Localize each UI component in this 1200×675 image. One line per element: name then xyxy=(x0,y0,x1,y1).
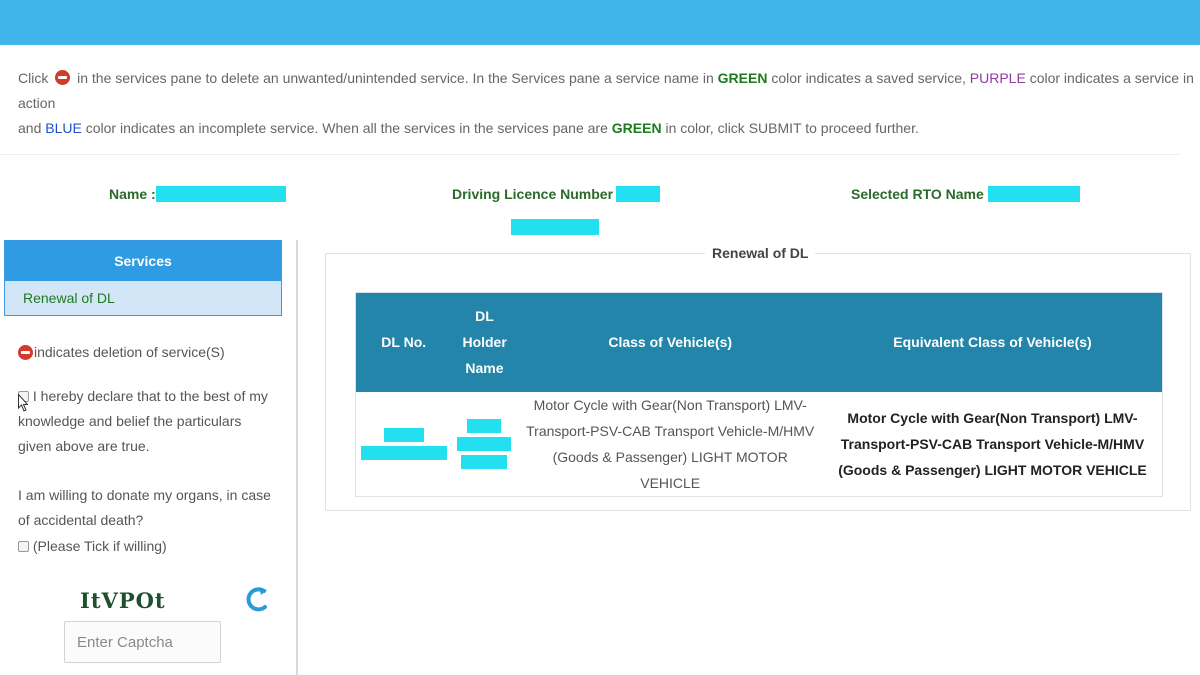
redacted-holder-name xyxy=(467,418,502,433)
renewal-section-title: Renewal of DL xyxy=(705,245,816,261)
instructions-green-keyword: GREEN xyxy=(611,120,662,136)
deletion-legend: indicates deletion of service(S) xyxy=(18,344,225,360)
column-header-equivalent-class: Equivalent Class of Vehicle(s) xyxy=(822,292,1163,392)
organ-donation-option: (Please Tick if willing) xyxy=(18,538,167,554)
dl-details-table: DL No. DL Holder Name Class of Vehicle(s… xyxy=(355,292,1163,497)
cell-equivalent-class: Motor Cycle with Gear(Non Transport) LMV… xyxy=(838,409,1147,478)
redacted-dl-no xyxy=(383,427,424,442)
table-row: Motor Cycle with Gear(Non Transport) LMV… xyxy=(356,392,1163,497)
redacted-holder-name-continued xyxy=(457,436,512,451)
column-header-dl-no: DL No. xyxy=(355,292,452,392)
services-header: Services xyxy=(5,241,281,281)
instructions-part: in color, click SUBMIT to proceed furthe… xyxy=(665,120,919,136)
column-header-label: DL Holder Name xyxy=(462,308,507,377)
redacted-applicant-name xyxy=(156,186,286,202)
top-header-bar xyxy=(0,0,1200,45)
instructions-purple-keyword: PURPLE xyxy=(969,70,1026,86)
deletion-legend-text: indicates deletion of service(S) xyxy=(34,344,225,360)
redacted-dl-no-continued xyxy=(360,445,447,460)
captcha-input[interactable] xyxy=(64,621,221,663)
section-divider xyxy=(0,154,1180,155)
cell-class-of-vehicles: Motor Cycle with Gear(Non Transport) LMV… xyxy=(526,396,815,491)
instructions-green-keyword: GREEN xyxy=(717,70,768,86)
redacted-dl-number-continued xyxy=(511,219,599,235)
instructions-part: Click xyxy=(18,70,49,86)
instructions-part: in the services pane to delete an unwant… xyxy=(77,70,714,86)
cell-dl-holder-name xyxy=(451,392,517,497)
declaration: I hereby declare that to the best of my … xyxy=(18,384,278,459)
delete-service-icon xyxy=(18,344,33,360)
organ-donation-checkbox-label: (Please Tick if willing) xyxy=(32,538,167,554)
instructions-part: and xyxy=(18,120,42,136)
redacted-rto-name xyxy=(988,186,1080,202)
services-pane: Services Renewal of DL xyxy=(4,240,282,316)
captcha-image-text: ItVPOt xyxy=(80,588,166,613)
instructions-part: color indicates a saved service, xyxy=(771,70,966,86)
instructions-text: Click in the services pane to delete an … xyxy=(18,66,1198,141)
service-item-renewal-of-dl[interactable]: Renewal of DL xyxy=(5,281,281,315)
cell-dl-no xyxy=(356,392,452,497)
applicant-name-label: Name : xyxy=(109,186,156,202)
table-header-row: DL No. DL Holder Name Class of Vehicle(s… xyxy=(355,292,1163,392)
instructions-part: color indicates an incomplete service. W… xyxy=(85,120,608,136)
delete-service-icon xyxy=(55,70,71,85)
selected-rto-label: Selected RTO Name : xyxy=(851,186,993,202)
declaration-text: I hereby declare that to the best of my … xyxy=(18,388,268,454)
redacted-holder-name-continued xyxy=(461,454,508,469)
redacted-dl-number xyxy=(616,186,660,202)
dl-number-label: Driving Licence Number : xyxy=(452,186,622,202)
refresh-captcha-icon[interactable] xyxy=(244,584,270,614)
organ-donation-checkbox[interactable] xyxy=(18,541,29,552)
pane-divider xyxy=(296,240,298,675)
column-header-dl-holder-name: DL Holder Name xyxy=(451,292,518,392)
instructions-blue-keyword: BLUE xyxy=(45,120,82,136)
mouse-cursor-icon xyxy=(18,394,28,412)
organ-donation-question: I am willing to donate my organs, in cas… xyxy=(18,487,271,528)
column-header-class-of-vehicles: Class of Vehicle(s) xyxy=(517,292,823,392)
